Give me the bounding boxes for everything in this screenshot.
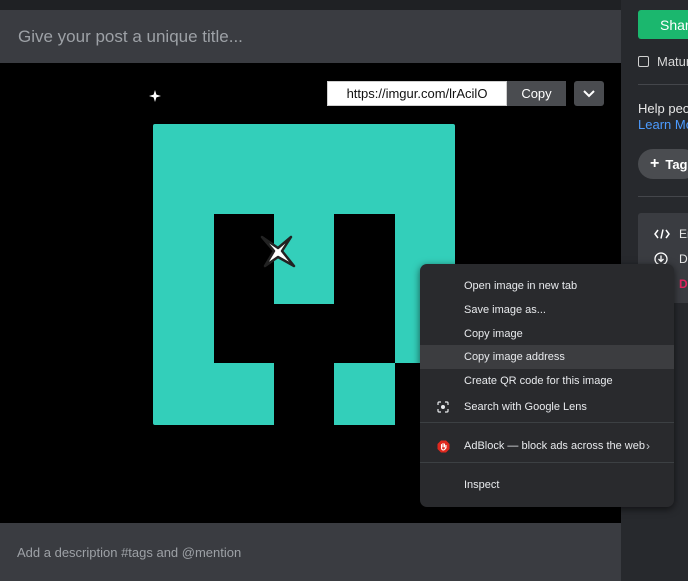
menu-item-label: Create QR code for this image [464,375,613,387]
copy-url-button[interactable]: Copy [507,81,566,106]
chevron-right-icon: › [646,439,650,453]
top-strip [0,0,621,10]
menu-item-adblock[interactable]: AdBlock — block ads across the web › [420,434,674,458]
menu-item-label: Copy image [464,328,523,340]
menu-item-inspect[interactable]: Inspect [420,473,674,497]
sparkle-icon [149,90,161,102]
mature-label: Matur [657,54,688,69]
download-label: Do [679,252,688,266]
chevron-down-icon [583,89,595,97]
image-options-button[interactable] [574,81,604,106]
divider [638,196,688,197]
image-url-field[interactable]: https://imgur.com/lrAcilO [327,81,507,106]
logo-shape [153,124,455,425]
adblock-icon [437,440,450,453]
menu-item-label: Save image as... [464,304,546,316]
delete-label: D [679,277,688,291]
share-button[interactable]: Shar [638,10,688,39]
learn-more-link[interactable]: Learn Mo [638,117,688,132]
menu-item-copy-image[interactable]: Copy image [420,322,674,346]
embed-item[interactable]: Er [654,227,688,241]
tag-label: Tag [665,156,688,172]
menu-separator [420,422,674,423]
menu-separator [420,462,674,463]
google-lens-icon [437,401,449,413]
menu-item-label: Copy image address [464,351,565,363]
menu-item-label: Open image in new tab [464,280,578,292]
add-tag-button[interactable]: + Tag [638,149,688,179]
menu-item-label: Inspect [464,479,500,491]
menu-item-open-image-new-tab[interactable]: Open image in new tab [420,274,674,298]
context-menu: Open image in new tab Save image as... C… [420,264,674,507]
help-text: Help peo [638,101,688,116]
divider [638,84,688,85]
menu-item-copy-image-address[interactable]: Copy image address [420,345,674,369]
description-field[interactable]: Add a description #tags and @mention [0,523,621,581]
title-bar [0,10,621,63]
code-icon [654,229,670,239]
menu-item-create-qr-code[interactable]: Create QR code for this image [420,369,674,393]
menu-item-label: Search with Google Lens [464,401,587,413]
menu-item-search-google-lens[interactable]: Search with Google Lens [420,395,674,419]
menu-item-label: AdBlock — block ads across the web [464,440,645,452]
embed-label: Er [679,227,688,241]
menu-item-save-image-as[interactable]: Save image as... [420,298,674,322]
uploaded-image[interactable] [153,124,455,425]
post-title-input[interactable] [16,25,610,48]
plus-icon: + [650,155,660,172]
mature-checkbox[interactable] [638,56,649,67]
